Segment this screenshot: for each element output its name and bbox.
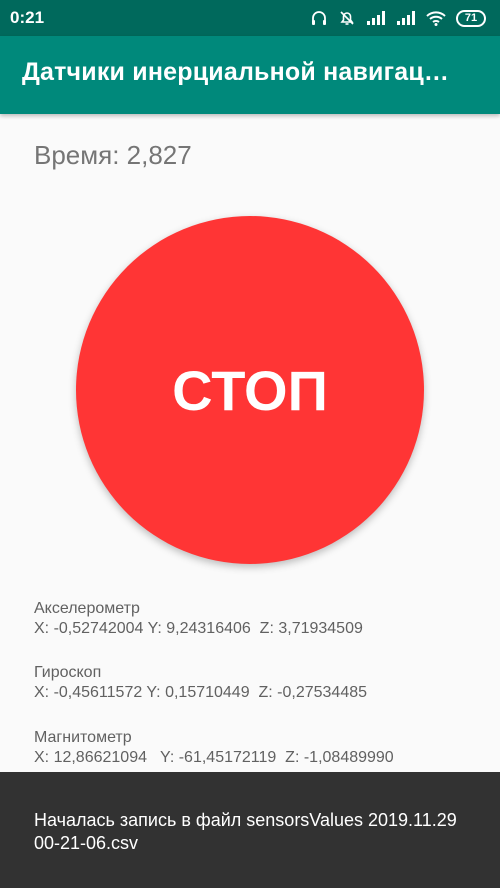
magnetometer-block: Магнитометр X: 12,86621094 Y: -61,451721…	[34, 728, 394, 768]
snackbar-message: Началась запись в файл sensorsValues 201…	[34, 810, 457, 853]
elapsed-time-label: Время: 2,827	[34, 140, 192, 170]
sensor-values: X: 12,86621094 Y: -61,45172119 Z: -1,084…	[34, 749, 394, 766]
status-time: 0:21	[10, 8, 45, 27]
status-icons: 71	[310, 7, 486, 29]
gyroscope-block: Гироскоп X: -0,45611572 Y: 0,15710449 Z:…	[34, 663, 367, 703]
app-bar: Датчики инерциальной навигац…	[0, 36, 500, 114]
stop-button[interactable]: СТОП	[76, 216, 424, 564]
accelerometer-block: Акселерометр X: -0,52742004 Y: 9,2431640…	[34, 599, 363, 639]
signal-icon	[396, 10, 416, 26]
sensor-name: Магнитометр	[34, 729, 132, 746]
battery-icon: 71	[456, 9, 486, 27]
wifi-icon	[426, 10, 446, 26]
sensor-name: Акселерометр	[34, 600, 140, 617]
headphones-icon	[310, 9, 328, 27]
bell-off-icon	[338, 9, 356, 27]
app-title: Датчики инерциальной навигац…	[22, 58, 450, 86]
status-bar: 0:21 71	[0, 0, 500, 36]
signal-icon	[366, 10, 386, 26]
sensor-name: Гироскоп	[34, 664, 102, 681]
snackbar: Началась запись в файл sensorsValues 201…	[0, 772, 500, 888]
sensor-values: X: -0,52742004 Y: 9,24316406 Z: 3,719345…	[34, 620, 363, 637]
sensor-values: X: -0,45611572 Y: 0,15710449 Z: -0,27534…	[34, 684, 368, 701]
